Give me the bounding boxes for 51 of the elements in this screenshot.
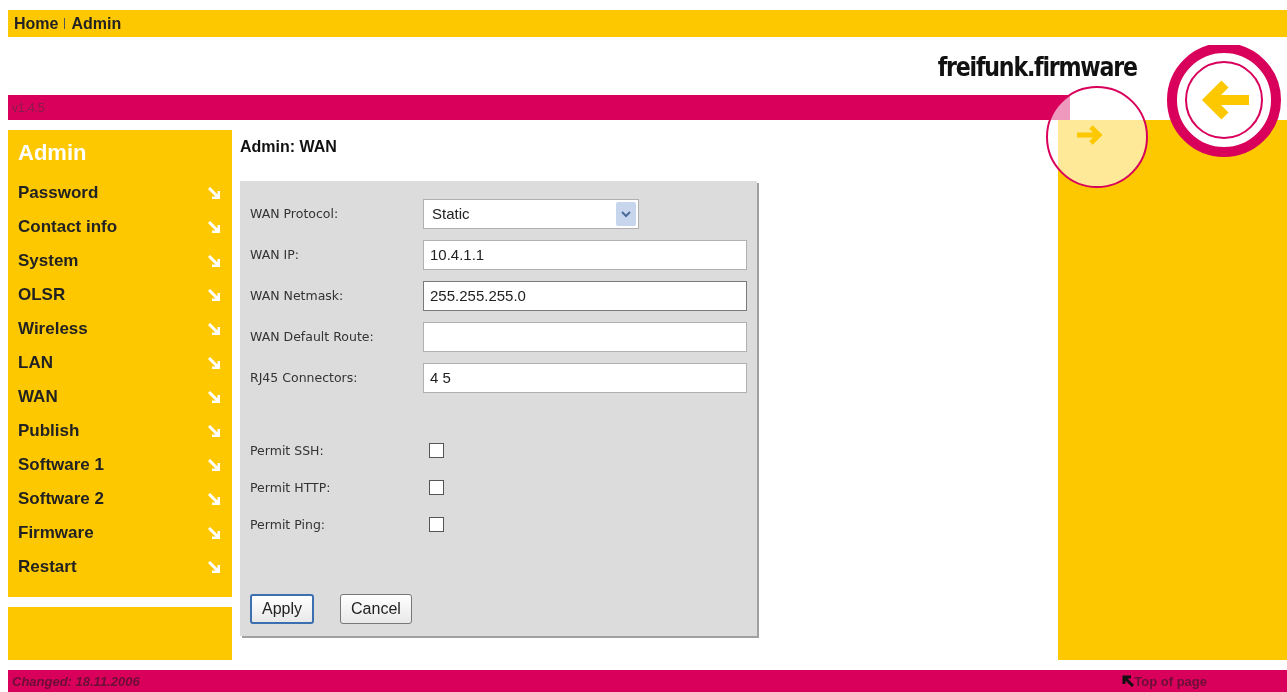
sidebar-item[interactable]: Software 2 bbox=[18, 482, 220, 516]
arrow-icon bbox=[208, 255, 220, 267]
input-field[interactable] bbox=[423, 321, 747, 352]
arrow-icon bbox=[208, 527, 220, 539]
form-button[interactable]: Cancel bbox=[340, 594, 412, 624]
arrow-icon bbox=[208, 357, 220, 369]
arrow-icon bbox=[208, 221, 220, 233]
arrow-icon bbox=[208, 561, 220, 573]
protocol-select[interactable]: Static bbox=[423, 198, 639, 229]
sidebar-item[interactable]: Contact info bbox=[18, 210, 220, 244]
arrow-icon bbox=[208, 391, 220, 403]
arrow-icon bbox=[208, 459, 220, 471]
sidebar-item[interactable]: Software 1 bbox=[18, 448, 220, 482]
sidebar-item[interactable]: Password bbox=[18, 176, 220, 210]
field-label: WAN IP: bbox=[250, 247, 300, 262]
sidebar-item[interactable]: WAN bbox=[18, 380, 220, 414]
version-text: v1.4.5 bbox=[12, 100, 45, 115]
checkbox[interactable] bbox=[429, 443, 444, 458]
sidebar-item[interactable]: System bbox=[18, 244, 220, 278]
breadcrumb-link[interactable]: Home bbox=[14, 14, 59, 33]
field-label: RJ45 Connectors: bbox=[250, 370, 359, 385]
sidebar-item[interactable]: OLSR bbox=[18, 278, 220, 312]
arrow-icon bbox=[208, 493, 220, 505]
page-title: Admin: WAN bbox=[240, 138, 338, 156]
field-label: WAN Netmask: bbox=[250, 288, 345, 303]
breadcrumb-link[interactable]: Admin bbox=[71, 14, 122, 33]
input-field[interactable]: 255.255.255.0 bbox=[423, 280, 747, 311]
logo-text: freifunk.firmware bbox=[937, 50, 1137, 82]
sidebar-item[interactable]: Restart bbox=[18, 550, 220, 584]
arrow-icon bbox=[208, 425, 220, 437]
sidebar-title: Admin bbox=[18, 140, 88, 167]
checkbox[interactable] bbox=[429, 517, 444, 532]
sidebar-item[interactable]: Wireless bbox=[18, 312, 220, 346]
dropdown-icon bbox=[616, 201, 636, 226]
field-label: Permit HTTP: bbox=[250, 480, 332, 495]
changed-date: Changed: 18.11.2006 bbox=[12, 673, 140, 689]
checkbox[interactable] bbox=[429, 480, 444, 495]
arrow-icon bbox=[1122, 675, 1135, 687]
arrow-icon bbox=[208, 323, 220, 335]
field-label: Permit SSH: bbox=[250, 443, 325, 458]
arrow-icon bbox=[208, 187, 220, 199]
field-label: WAN Default Route: bbox=[250, 329, 375, 344]
form-button[interactable]: Apply bbox=[250, 594, 315, 624]
input-field[interactable]: 4 5 bbox=[423, 362, 747, 393]
arrow-icon bbox=[208, 289, 220, 301]
field-label: Permit Ping: bbox=[250, 517, 327, 532]
input-field[interactable]: 10.4.1.1 bbox=[423, 239, 747, 270]
sidebar-item[interactable]: Publish bbox=[18, 414, 220, 448]
field-label: WAN Protocol: bbox=[250, 206, 340, 221]
sidebar-item[interactable]: LAN bbox=[18, 346, 220, 380]
sidebar-item[interactable]: Firmware bbox=[18, 516, 220, 550]
